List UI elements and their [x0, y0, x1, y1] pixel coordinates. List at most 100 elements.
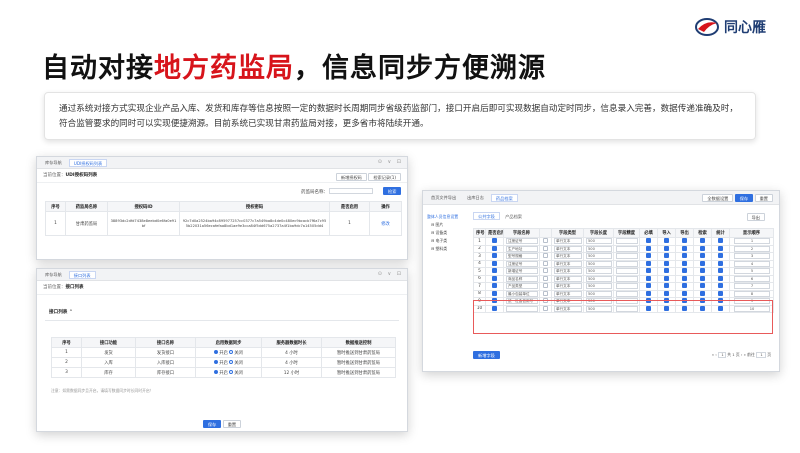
field-type-select[interactable]: 单行文本: [554, 253, 582, 259]
import-checkbox[interactable]: [657, 259, 676, 268]
field-name[interactable]: 型号规格: [503, 252, 540, 261]
field-type-select[interactable]: 单行文本: [554, 283, 582, 289]
display-order[interactable]: 8: [729, 289, 774, 298]
import-checkbox[interactable]: [657, 237, 676, 246]
field-name-input[interactable]: 注册证号: [506, 238, 538, 244]
field-name[interactable]: 产品类型: [503, 282, 540, 291]
field-precision[interactable]: [613, 259, 640, 268]
field-length-input[interactable]: 500: [586, 275, 612, 282]
field-precision-input[interactable]: [616, 268, 638, 274]
export-checkbox[interactable]: [675, 267, 694, 276]
import-checkbox[interactable]: [657, 267, 676, 276]
tree-item[interactable]: ⊟ 电子类: [427, 237, 467, 245]
field-length[interactable]: 500: [583, 289, 614, 298]
display-order[interactable]: 5: [729, 267, 774, 276]
subtab-common-fields[interactable]: 公共字段: [473, 212, 500, 220]
stats-checkbox[interactable]: [711, 237, 730, 246]
enable-checkbox[interactable]: [485, 259, 504, 268]
field-precision-input[interactable]: [616, 260, 638, 267]
tab-inventory-nav[interactable]: 库存导航: [41, 159, 66, 167]
display-order[interactable]: 2: [729, 244, 774, 253]
tab-interface-list[interactable]: 接口列表: [68, 270, 96, 279]
all-data-settings-button[interactable]: 全数据设置: [702, 194, 734, 202]
search-checkbox[interactable]: [693, 252, 712, 261]
required-checkbox[interactable]: [639, 267, 658, 276]
duration-cell[interactable]: 4 小时: [261, 347, 322, 358]
field-precision-input[interactable]: [616, 283, 638, 289]
field-type-select[interactable]: 单行文本: [554, 238, 582, 244]
stats-checkbox[interactable]: [711, 289, 730, 298]
search-checkbox[interactable]: [693, 289, 712, 298]
subtab-product-archive[interactable]: 产品档案: [501, 213, 526, 221]
radio-on-icon[interactable]: [214, 370, 219, 374]
field-type[interactable]: 单行文本: [551, 267, 584, 276]
field-precision-input[interactable]: [616, 275, 638, 282]
enable-checkbox[interactable]: [485, 282, 504, 291]
tab-udi-list[interactable]: UDI授权码列表: [68, 158, 108, 167]
search-records-button[interactable]: 检索记录(1): [368, 173, 401, 181]
export-checkbox[interactable]: [675, 252, 694, 261]
display-order-input[interactable]: 8: [733, 290, 770, 297]
field-type-select[interactable]: 单行文本: [554, 260, 582, 267]
goto-page-input[interactable]: 1: [755, 352, 766, 358]
field-length-input[interactable]: 500: [586, 245, 612, 252]
import-checkbox[interactable]: [657, 244, 676, 253]
tree-item[interactable]: ⊟ 塑料类: [427, 245, 467, 253]
field-toggle[interactable]: [539, 252, 552, 261]
sync-radio-group[interactable]: 开启 关闭: [195, 357, 262, 368]
field-type[interactable]: 单行文本: [551, 282, 584, 291]
field-precision[interactable]: [613, 274, 640, 283]
field-type[interactable]: 单行文本: [551, 289, 584, 298]
field-name[interactable]: 注册证号: [503, 259, 540, 268]
field-precision[interactable]: [613, 237, 640, 246]
enable-checkbox[interactable]: [485, 289, 504, 298]
tab-product-archive[interactable]: 药品档案: [490, 193, 518, 202]
reset-button[interactable]: 重置: [754, 194, 773, 202]
search-checkbox[interactable]: [693, 237, 712, 246]
field-type-select[interactable]: 单行文本: [554, 245, 582, 252]
export-button[interactable]: 导出: [746, 213, 765, 221]
field-type[interactable]: 单行文本: [551, 244, 584, 253]
field-length[interactable]: 500: [583, 244, 614, 253]
search-checkbox[interactable]: [693, 259, 712, 268]
search-input[interactable]: [329, 188, 373, 194]
field-length[interactable]: 500: [583, 267, 614, 276]
field-name-input[interactable]: 生产地址: [506, 245, 538, 252]
field-toggle[interactable]: [539, 274, 552, 283]
field-name[interactable]: 最小包装单位: [503, 289, 540, 298]
add-auth-code-button[interactable]: 新增授权码: [335, 173, 367, 181]
stats-checkbox[interactable]: [711, 282, 730, 291]
export-checkbox[interactable]: [675, 237, 694, 246]
save-button[interactable]: 保存: [734, 194, 754, 202]
field-length-input[interactable]: 500: [586, 268, 612, 274]
field-precision[interactable]: [613, 282, 640, 291]
field-name-input[interactable]: 商品名称: [506, 275, 538, 282]
field-name[interactable]: 新增证号: [503, 267, 540, 276]
field-name-input[interactable]: 注册证号: [506, 260, 538, 267]
enable-checkbox[interactable]: [485, 252, 504, 261]
field-length-input[interactable]: 500: [586, 290, 612, 297]
tab-export[interactable]: 首页文件导出: [427, 194, 460, 202]
field-precision-input[interactable]: [616, 245, 638, 252]
reset-button[interactable]: 重置: [222, 420, 242, 428]
display-order-input[interactable]: 4: [733, 260, 770, 267]
display-order-input[interactable]: 5: [733, 268, 770, 274]
field-length-input[interactable]: 500: [586, 253, 612, 259]
field-length-input[interactable]: 500: [586, 260, 612, 267]
field-toggle[interactable]: [539, 282, 552, 291]
field-length[interactable]: 500: [583, 252, 614, 261]
enable-checkbox[interactable]: [485, 274, 504, 283]
radio-off-icon[interactable]: [229, 370, 234, 374]
display-order-input[interactable]: 1: [733, 238, 770, 244]
tree-root[interactable]: 整体人员信息设置: [427, 213, 467, 221]
export-checkbox[interactable]: [675, 282, 694, 291]
field-length[interactable]: 500: [583, 259, 614, 268]
edit-link[interactable]: 修改: [369, 211, 402, 236]
chevron-last-icon[interactable]: »: [744, 352, 746, 357]
window-controls[interactable]: ⊙ ∨ ⊡: [378, 159, 403, 165]
save-button[interactable]: 保存: [202, 420, 222, 428]
field-name-input[interactable]: 产品类型: [506, 283, 538, 289]
enable-checkbox[interactable]: [485, 244, 504, 253]
radio-on-icon[interactable]: [214, 360, 219, 364]
page-input[interactable]: 1: [718, 352, 726, 358]
